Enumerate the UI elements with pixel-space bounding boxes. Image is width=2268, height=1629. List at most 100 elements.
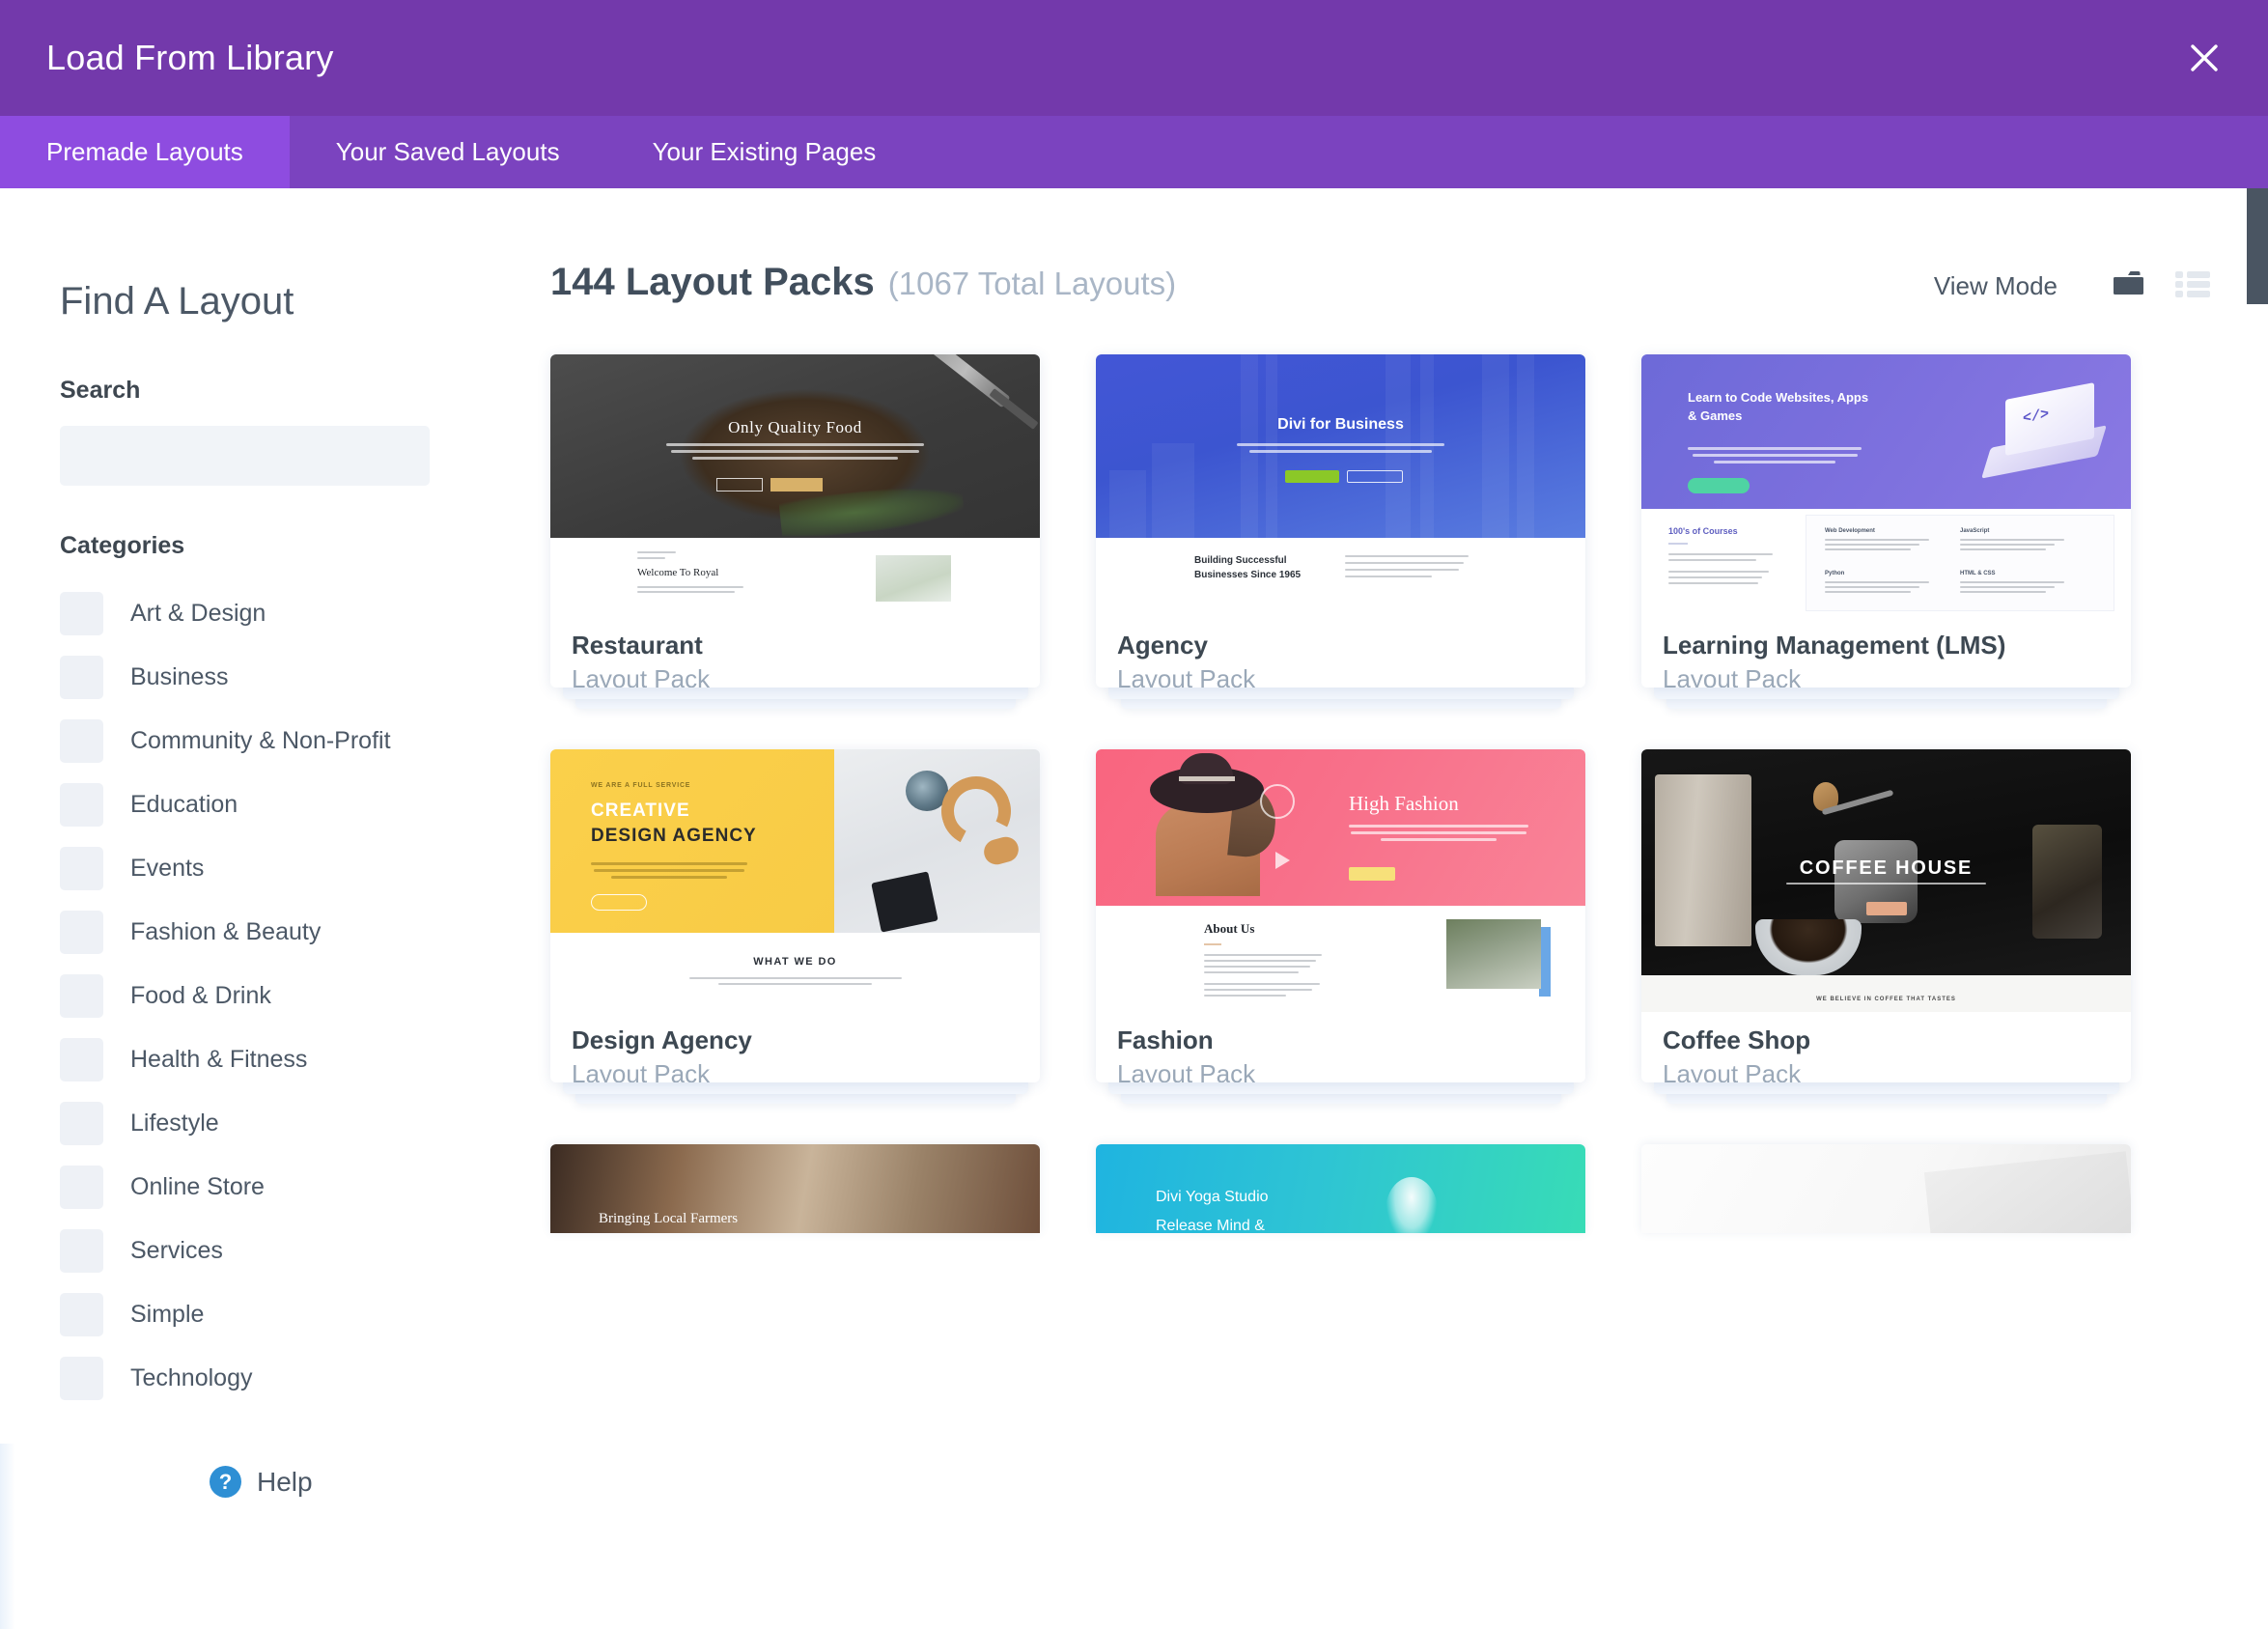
layout-pack-card[interactable]: Divi for Business Building Successful Bu… bbox=[1096, 354, 1585, 688]
browser-header: 144 Layout Packs (1067 Total Layouts) Vi… bbox=[550, 188, 2210, 304]
card-subtitle: Layout Pack bbox=[1663, 1059, 1802, 1082]
layout-pack-card-yoga-studio[interactable]: Divi Yoga Studio Release Mind & bbox=[1096, 1144, 1585, 1233]
close-icon bbox=[2187, 41, 2222, 75]
sidebar: Find A Layout Search Categories Art & De… bbox=[0, 188, 541, 1629]
card-stack-layer bbox=[562, 1082, 1028, 1094]
thumb-hero-title: High Fashion bbox=[1349, 792, 1459, 815]
category-item-simple[interactable]: Simple bbox=[60, 1282, 541, 1346]
layout-pack-card-lms: Learn to Code Websites, Apps & Games </>… bbox=[1641, 354, 2131, 709]
tab-your-existing-pages[interactable]: Your Existing Pages bbox=[606, 116, 923, 188]
category-label: Technology bbox=[130, 1363, 253, 1391]
thumb-hero-title-2: DESIGN AGENCY bbox=[591, 826, 757, 846]
category-checkbox[interactable] bbox=[60, 910, 103, 954]
category-checkbox[interactable] bbox=[60, 1228, 103, 1273]
card-thumbnail: COFFEE HOUSE WE BELIEVE IN COFFEE THAT T… bbox=[1641, 749, 2131, 1012]
layout-pack-card-design-agency: WE ARE A FULL SERVICE CREATIVE DESIGN AG… bbox=[550, 749, 1040, 1104]
vertical-scrollbar-track[interactable] bbox=[2247, 188, 2268, 1629]
help-label: Help bbox=[257, 1466, 313, 1497]
thumb-feature-label: JavaScript bbox=[1960, 528, 1990, 534]
category-label: Food & Drink bbox=[130, 981, 271, 1009]
thumb-feature-label: Python bbox=[1825, 571, 1845, 576]
layout-browser: 144 Layout Packs (1067 Total Layouts) Vi… bbox=[541, 188, 2268, 1629]
layout-pack-card-restaurant: Only Quality Food Welcome To Royal Resta… bbox=[550, 354, 1040, 709]
packs-total: (1067 Total Layouts) bbox=[887, 266, 1177, 301]
card-thumbnail: Only Quality Food Welcome To Royal bbox=[550, 354, 1040, 617]
card-thumbnail: Divi for Business Building Successful Bu… bbox=[1096, 354, 1585, 617]
category-item-art-design[interactable]: Art & Design bbox=[60, 581, 541, 645]
layout-pack-card[interactable]: Learn to Code Websites, Apps & Games </>… bbox=[1641, 354, 2131, 688]
category-item-online-store[interactable]: Online Store bbox=[60, 1155, 541, 1219]
category-label: Art & Design bbox=[130, 599, 266, 627]
thumb-hero-title-1: CREATIVE bbox=[591, 800, 690, 821]
view-mode-switch: View Mode bbox=[1934, 268, 2210, 304]
category-checkbox[interactable] bbox=[60, 1101, 103, 1145]
card-subtitle: Layout Pack bbox=[572, 1059, 711, 1082]
folder-icon[interactable] bbox=[2112, 268, 2150, 304]
left-edge-fade bbox=[0, 1444, 15, 1629]
card-stack-layer bbox=[1653, 1082, 2119, 1094]
thumb-hero-title: Bringing Local Farmers bbox=[599, 1211, 739, 1226]
category-item-community-non-profit[interactable]: Community & Non-Profit bbox=[60, 709, 541, 772]
layout-pack-card-agency: Divi for Business Building Successful Bu… bbox=[1096, 354, 1585, 709]
layout-pack-card-coffee-shop: COFFEE HOUSE WE BELIEVE IN COFFEE THAT T… bbox=[1641, 749, 2131, 1104]
card-meta: Learning Management (LMS) Layout Pack bbox=[1641, 617, 2131, 688]
category-item-fashion-beauty[interactable]: Fashion & Beauty bbox=[60, 900, 541, 964]
category-checkbox[interactable] bbox=[60, 973, 103, 1018]
search-input[interactable] bbox=[60, 426, 430, 486]
category-item-business[interactable]: Business bbox=[60, 645, 541, 709]
layout-pack-card-next[interactable] bbox=[1641, 1144, 2131, 1233]
category-item-education[interactable]: Education bbox=[60, 772, 541, 836]
card-stack-layer bbox=[1653, 688, 2119, 699]
close-button[interactable] bbox=[2177, 31, 2231, 85]
category-label: Health & Fitness bbox=[130, 1045, 308, 1073]
category-checkbox[interactable] bbox=[60, 846, 103, 890]
category-label: Simple bbox=[130, 1300, 205, 1328]
layout-pack-card[interactable]: High Fashion About Us Fashion Layout Pac… bbox=[1096, 749, 1585, 1082]
category-checkbox[interactable] bbox=[60, 1165, 103, 1209]
vertical-scrollbar-thumb[interactable] bbox=[2247, 188, 2268, 304]
card-thumbnail: High Fashion About Us bbox=[1096, 749, 1585, 1012]
thumb-hero-title: Only Quality Food bbox=[728, 418, 862, 436]
category-item-lifestyle[interactable]: Lifestyle bbox=[60, 1091, 541, 1155]
category-checkbox[interactable] bbox=[60, 655, 103, 699]
tab-label: Premade Layouts bbox=[46, 137, 243, 166]
thumb-hero-title: COFFEE HOUSE bbox=[1799, 857, 1974, 879]
layout-pack-card[interactable]: Only Quality Food Welcome To Royal Resta… bbox=[550, 354, 1040, 688]
category-checkbox[interactable] bbox=[60, 718, 103, 763]
category-checkbox[interactable] bbox=[60, 782, 103, 827]
thumb-section-title: About Us bbox=[1204, 921, 1255, 936]
thumb-hero-title: Learn to Code Websites, Apps & Games bbox=[1688, 390, 1869, 423]
thumb-section-title: WHAT WE DO bbox=[753, 956, 837, 968]
category-item-services[interactable]: Services bbox=[60, 1219, 541, 1282]
card-title: Learning Management (LMS) bbox=[1663, 631, 2006, 660]
category-item-events[interactable]: Events bbox=[60, 836, 541, 900]
layout-pack-grid-partial: Bringing Local Farmers Divi Yoga Studio … bbox=[550, 1144, 2203, 1233]
list-icon[interactable] bbox=[2175, 269, 2210, 303]
category-checkbox[interactable] bbox=[60, 1356, 103, 1400]
card-title: Design Agency bbox=[572, 1025, 752, 1054]
tab-premade-layouts[interactable]: Premade Layouts bbox=[0, 116, 290, 188]
layout-pack-card-farmers-market[interactable]: Bringing Local Farmers bbox=[550, 1144, 1040, 1233]
layout-pack-card[interactable]: WE ARE A FULL SERVICE CREATIVE DESIGN AG… bbox=[550, 749, 1040, 1082]
thumb-section-title: WE BELIEVE IN COFFEE THAT TASTES bbox=[1816, 997, 1956, 1002]
help-button[interactable]: ? Help bbox=[210, 1466, 313, 1498]
category-checkbox[interactable] bbox=[60, 1037, 103, 1081]
category-label: Education bbox=[130, 790, 238, 818]
card-subtitle: Layout Pack bbox=[1663, 664, 1802, 688]
layout-pack-card[interactable]: COFFEE HOUSE WE BELIEVE IN COFFEE THAT T… bbox=[1641, 749, 2131, 1082]
category-label: Services bbox=[130, 1236, 223, 1264]
category-label: Fashion & Beauty bbox=[130, 917, 322, 945]
card-subtitle: Layout Pack bbox=[572, 664, 711, 688]
card-meta: Restaurant Layout Pack bbox=[550, 617, 1040, 688]
thumb-feature-label: HTML & CSS bbox=[1960, 571, 1996, 576]
card-title: Fashion bbox=[1117, 1025, 1214, 1054]
layout-pack-card-fashion: High Fashion About Us Fashion Layout Pac… bbox=[1096, 749, 1585, 1104]
tab-your-saved-layouts[interactable]: Your Saved Layouts bbox=[290, 116, 606, 188]
category-label: Lifestyle bbox=[130, 1109, 219, 1137]
category-checkbox[interactable] bbox=[60, 591, 103, 635]
category-item-health-fitness[interactable]: Health & Fitness bbox=[60, 1027, 541, 1091]
category-checkbox[interactable] bbox=[60, 1292, 103, 1336]
category-item-technology[interactable]: Technology bbox=[60, 1346, 541, 1410]
thumb-section-title: 100's of Courses bbox=[1668, 526, 1738, 536]
category-item-food-drink[interactable]: Food & Drink bbox=[60, 964, 541, 1027]
